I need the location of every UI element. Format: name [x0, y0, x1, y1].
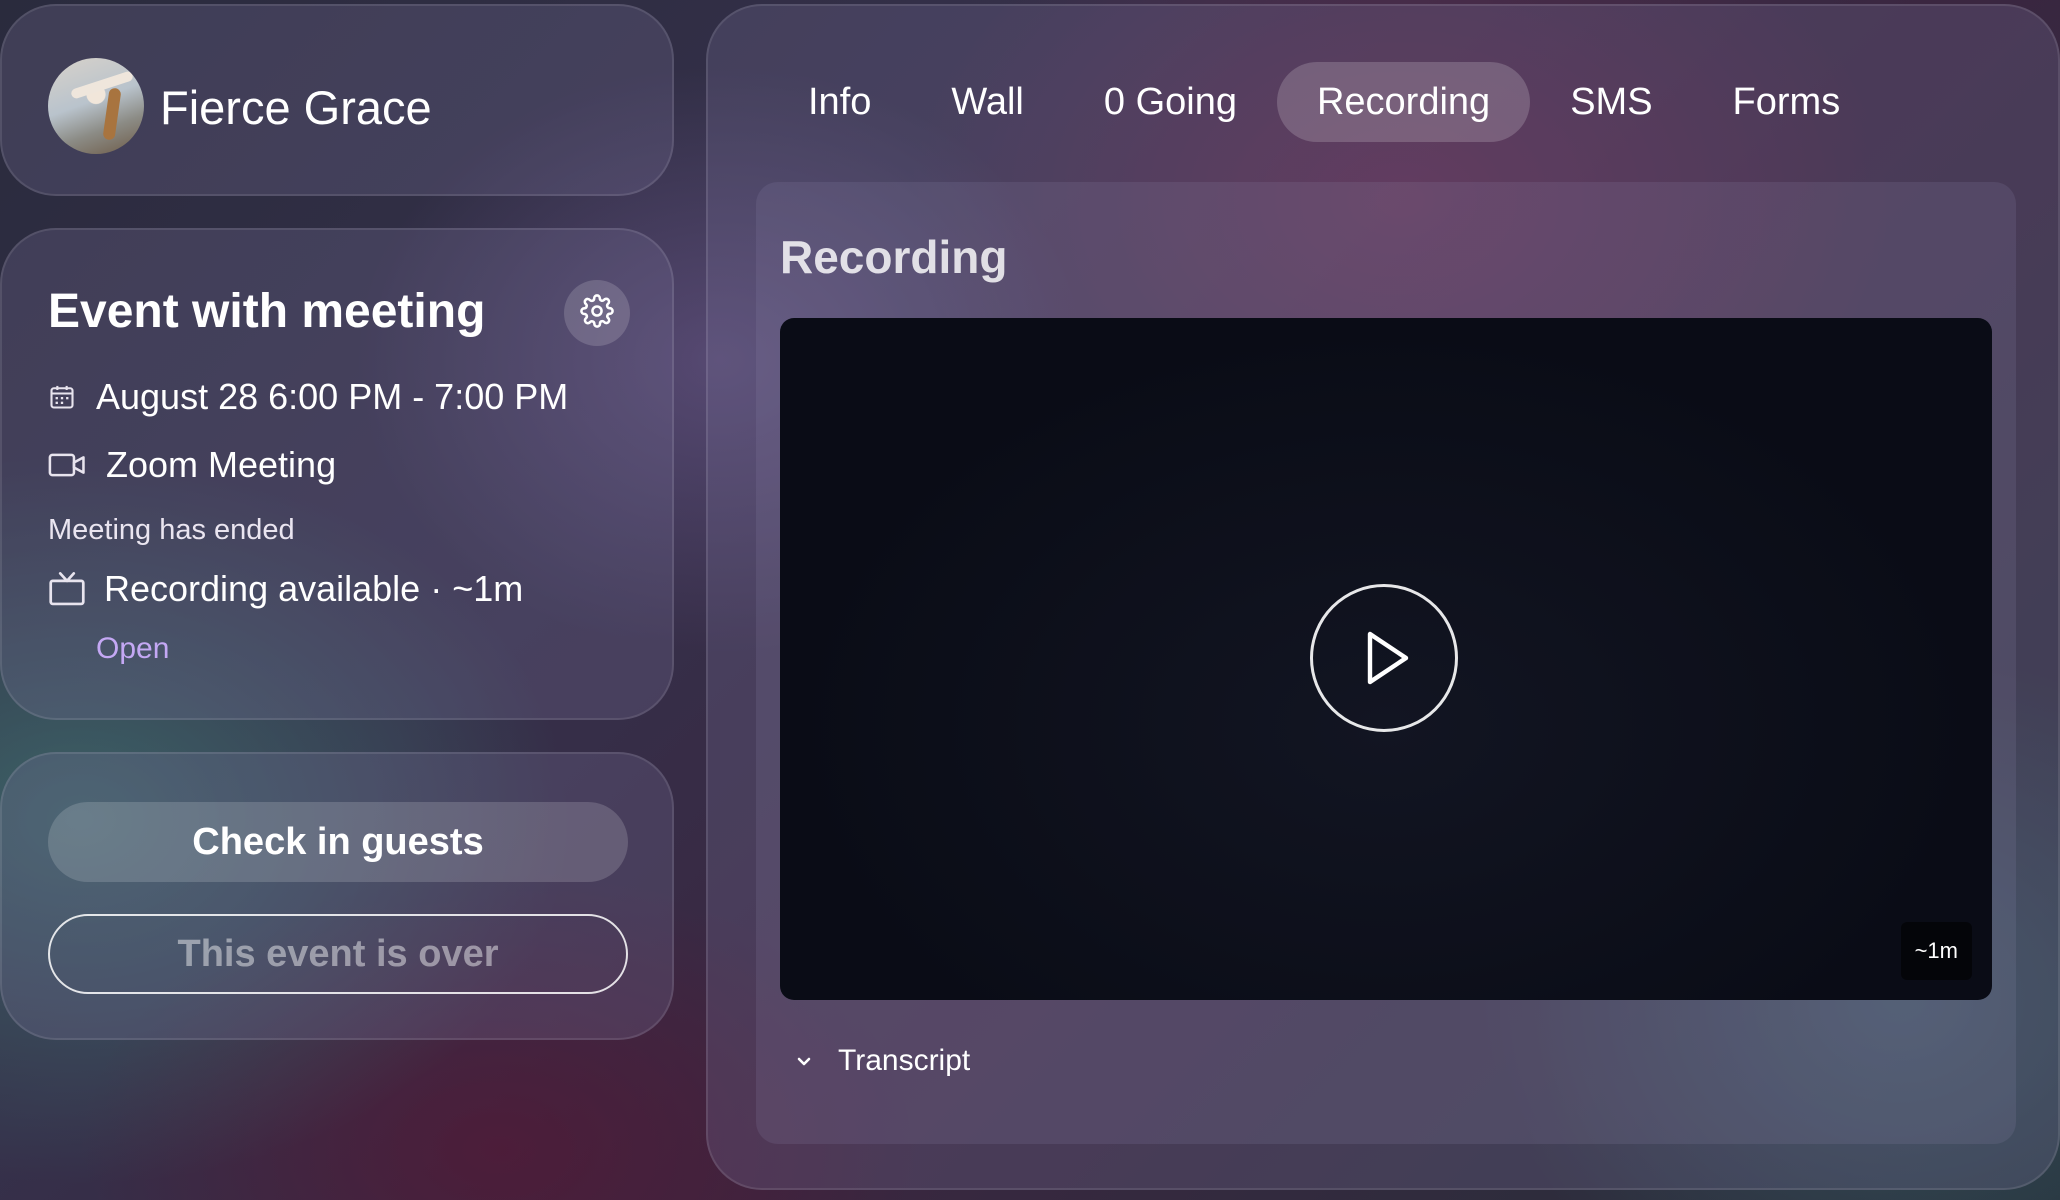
duration-badge: ~1m: [1900, 922, 1972, 980]
event-card: Event with meeting August 28 6:00 PM - 7…: [0, 228, 674, 720]
meeting-status: Meeting has ended: [48, 514, 295, 546]
recording-row: Recording available · ~1m: [48, 568, 523, 610]
tab-forms[interactable]: Forms: [1693, 62, 1881, 142]
video-player[interactable]: ~1m: [780, 318, 1992, 1000]
profile-card: Fierce Grace: [0, 4, 674, 196]
tab-bar: Info Wall 0 Going Recording SMS Forms: [768, 62, 1880, 142]
tv-icon: [48, 570, 86, 608]
play-icon: [1364, 630, 1412, 686]
recording-title: Recording: [780, 231, 1008, 283]
event-over-button[interactable]: This event is over: [48, 914, 628, 994]
play-button[interactable]: [1310, 584, 1458, 732]
check-in-guests-button[interactable]: Check in guests: [48, 802, 628, 882]
avatar[interactable]: [48, 58, 144, 154]
tab-going[interactable]: 0 Going: [1064, 62, 1277, 142]
actions-card: Check in guests This event is over: [0, 752, 674, 1040]
gear-icon: [580, 293, 614, 333]
recording-section: Recording ~1m Transcript: [756, 182, 2016, 1144]
tab-recording[interactable]: Recording: [1276, 62, 1531, 142]
open-recording-link[interactable]: Open: [96, 632, 169, 666]
main-panel: Info Wall 0 Going Recording SMS Forms Re…: [706, 4, 2060, 1190]
video-camera-icon: [48, 451, 86, 479]
chevron-down-icon: [794, 1054, 814, 1068]
meeting-row: Zoom Meeting: [48, 444, 336, 486]
meeting-type: Zoom Meeting: [106, 444, 337, 485]
profile-name[interactable]: Fierce Grace: [160, 80, 432, 135]
recording-status: Recording available · ~1m: [104, 568, 524, 609]
tab-wall[interactable]: Wall: [911, 62, 1063, 142]
transcript-label: Transcript: [838, 1044, 971, 1077]
event-date-row: August 28 6:00 PM - 7:00 PM: [48, 376, 568, 418]
event-title: Event with meeting: [48, 285, 486, 338]
settings-button[interactable]: [564, 280, 630, 346]
calendar-icon: [48, 383, 76, 411]
tab-info[interactable]: Info: [768, 62, 911, 142]
transcript-toggle[interactable]: Transcript: [794, 1044, 970, 1078]
tab-sms[interactable]: SMS: [1530, 62, 1692, 142]
event-datetime: August 28 6:00 PM - 7:00 PM: [96, 376, 569, 417]
